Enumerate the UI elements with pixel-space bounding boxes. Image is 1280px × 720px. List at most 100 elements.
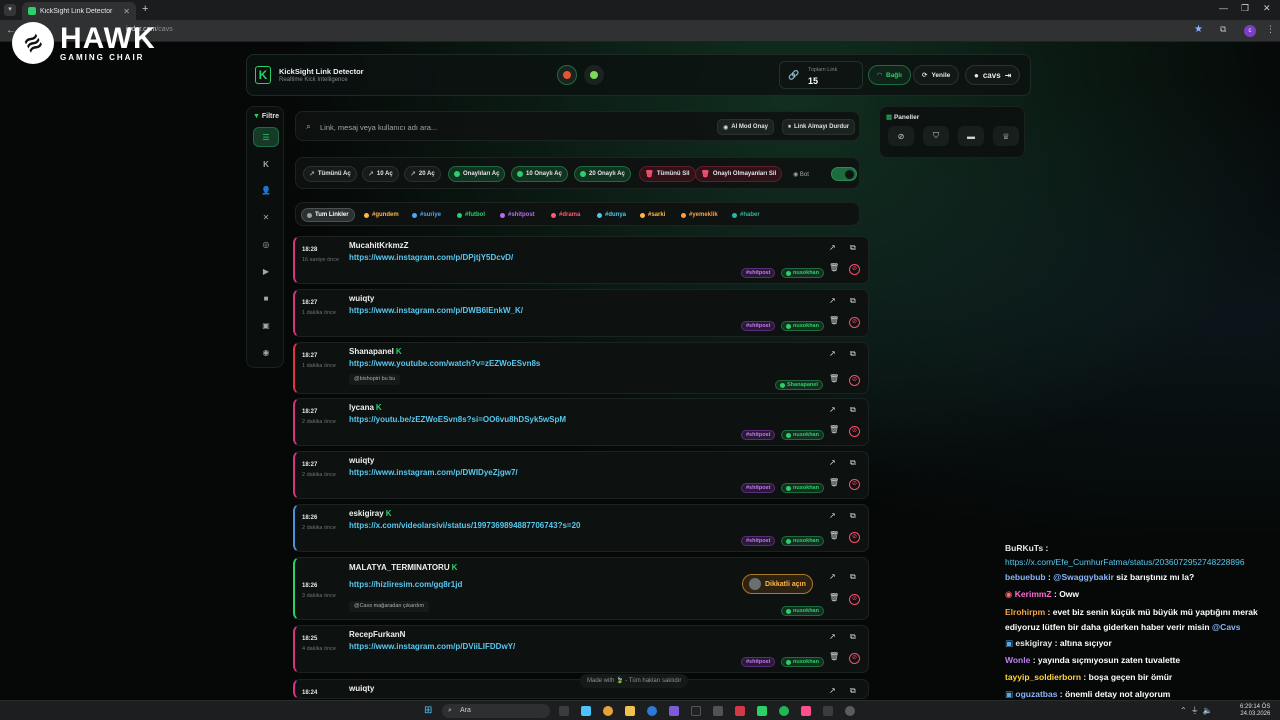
copy-link-icon[interactable]: ⧉ <box>850 572 856 582</box>
trophy-icon[interactable]: ♕ <box>993 126 1019 146</box>
ban-user-icon[interactable]: ⊘ <box>849 317 860 328</box>
chat-mention[interactable]: @Swaggybakir <box>1053 572 1114 582</box>
chrome-icon[interactable] <box>603 706 613 716</box>
chat-mention[interactable]: @Cavs <box>1212 622 1241 632</box>
filter-users[interactable]: 👤 <box>253 180 279 200</box>
tag-filter-tum-linkler[interactable]: Tum Linkler <box>301 208 355 222</box>
filter-image[interactable]: ▣ <box>253 315 279 335</box>
open-link-icon[interactable]: ↗ <box>829 632 836 641</box>
ai-mod-approve-button[interactable]: ◉ AI Mod Onay <box>717 119 774 135</box>
tag-filter-futbol[interactable]: #futbol <box>452 208 490 222</box>
open-link-icon[interactable]: ↗ <box>829 686 836 695</box>
mascot-icon[interactable] <box>584 65 604 85</box>
archive-icon[interactable]: ▬ <box>958 126 984 146</box>
obs-icon[interactable] <box>801 706 811 716</box>
block-icon[interactable]: ⊘ <box>888 126 914 146</box>
ban-user-icon[interactable]: ⊘ <box>849 594 860 605</box>
steam-icon[interactable] <box>713 706 723 716</box>
link-url[interactable]: https://www.instagram.com/p/DViiLIFDDwY/ <box>349 642 515 651</box>
delete-all-button[interactable]: 🗑 Tümünü Sil <box>639 166 696 182</box>
bot-toggle[interactable] <box>831 167 857 181</box>
copy-link-icon[interactable]: ⧉ <box>850 296 856 306</box>
bookmark-star-icon[interactable]: ★ <box>1194 24 1203 35</box>
settings-icon[interactable] <box>845 706 855 716</box>
delete-unapproved-button[interactable]: 🗑 Onaylı Olmayanları Sil <box>695 166 783 182</box>
refresh-button[interactable]: ⟳ Yenile <box>913 65 960 85</box>
tag-filter-yemeklik[interactable]: #yemeklik <box>676 208 723 222</box>
delete-link-icon[interactable]: 🗑 <box>829 425 839 434</box>
minimize-button[interactable]: — <box>1219 3 1228 13</box>
ban-user-icon[interactable]: ⊘ <box>849 532 860 543</box>
task-view-icon[interactable] <box>559 706 569 716</box>
tag-filter-haber[interactable]: #haber <box>727 208 765 222</box>
user-menu-button[interactable]: ● cavs ⇥ <box>965 65 1021 85</box>
tiktok-icon[interactable] <box>691 706 701 716</box>
file-explorer-icon[interactable] <box>625 706 635 716</box>
ban-user-icon[interactable]: ⊘ <box>849 479 860 490</box>
delete-link-icon[interactable]: 🗑 <box>829 263 839 272</box>
new-tab-button[interactable]: + <box>142 3 148 15</box>
system-tray[interactable]: ⌃⏚🔈 <box>1180 705 1217 716</box>
close-window-button[interactable]: ✕ <box>1263 3 1271 14</box>
profile-avatar[interactable]: c <box>1244 25 1256 37</box>
delete-link-icon[interactable]: 🗑 <box>829 374 839 383</box>
connected-button[interactable]: ◠ Bağlı <box>868 65 911 85</box>
copy-link-icon[interactable]: ⧉ <box>850 458 856 468</box>
logout-icon[interactable]: ⇥ <box>1005 71 1012 80</box>
taskbar-clock[interactable]: 6:29:14 ÖS 24.03.2026 <box>1240 704 1270 718</box>
edge-icon[interactable] <box>647 706 657 716</box>
shield-icon[interactable]: ⛉ <box>923 126 949 146</box>
filter-youtube[interactable]: ▶ <box>253 261 279 281</box>
open-link-icon[interactable]: ↗ <box>829 405 836 414</box>
filter-kick[interactable]: K <box>253 154 279 174</box>
tag-filter-dunya[interactable]: #dunya <box>592 208 631 222</box>
filter-video[interactable]: ■ <box>253 288 279 308</box>
browser-menu-icon[interactable]: ⋮ <box>1266 24 1275 35</box>
filter-all-links[interactable]: ☰ <box>253 127 279 147</box>
filter-web[interactable]: ◉ <box>253 342 279 362</box>
delete-link-icon[interactable]: 🗑 <box>829 593 839 602</box>
kick-icon[interactable] <box>757 706 767 716</box>
delete-link-icon[interactable]: 🗑 <box>829 531 839 540</box>
tag-filter-suriye[interactable]: #suriye <box>407 208 446 222</box>
ban-user-icon[interactable]: ⊘ <box>849 653 860 664</box>
open-link-icon[interactable]: ↗ <box>829 572 836 581</box>
open-20-button[interactable]: ↗ 20 Aç <box>404 166 441 182</box>
browser-tab[interactable]: KickSight Link Detector ✕ <box>22 2 136 20</box>
copy-link-icon[interactable]: ⧉ <box>850 243 856 253</box>
open-link-icon[interactable]: ↗ <box>829 458 836 467</box>
filter-x[interactable]: ✕ <box>253 207 279 227</box>
theme-icon[interactable] <box>557 65 577 85</box>
extensions-icon[interactable]: ⧉ <box>1220 24 1226 35</box>
discord-icon[interactable] <box>669 706 679 716</box>
spotify-icon[interactable] <box>779 706 789 716</box>
search-input[interactable] <box>320 120 700 134</box>
tag-filter-sarki[interactable]: #sarki <box>635 208 670 222</box>
open-10-button[interactable]: ↗ 10 Aç <box>362 166 399 182</box>
windows-start-icon[interactable]: ⊞ <box>424 705 432 716</box>
open-approved-button[interactable]: Onaylıları Aç <box>448 166 506 182</box>
open-link-icon[interactable]: ↗ <box>829 243 836 252</box>
app-icon[interactable] <box>735 706 745 716</box>
link-url[interactable]: https://www.youtube.com/watch?v=zEZWoESv… <box>349 359 540 368</box>
delete-link-icon[interactable]: 🗑 <box>829 652 839 661</box>
link-url[interactable]: https://www.instagram.com/p/DWIDyeZjgw7/ <box>349 468 518 477</box>
caution-open-button[interactable]: Dikkatli açın <box>742 574 813 594</box>
stop-links-button[interactable]: ⏸ Link Almayı Durdur <box>782 119 856 135</box>
tag-filter-shitpost[interactable]: #shitpost <box>495 208 540 222</box>
open-20-approved-button[interactable]: 20 Onaylı Aç <box>574 166 631 182</box>
ban-user-icon[interactable]: ⊘ <box>849 264 860 275</box>
link-url[interactable]: https://x.com/videolarsivi/status/199736… <box>349 521 580 530</box>
copy-link-icon[interactable]: ⧉ <box>850 686 856 696</box>
ban-user-icon[interactable]: ⊘ <box>849 426 860 437</box>
filter-instagram[interactable]: ◎ <box>253 234 279 254</box>
delete-link-icon[interactable]: 🗑 <box>829 316 839 325</box>
link-url[interactable]: https://youtu.be/zEZWoESvn8s?si=OO6vu8hD… <box>349 415 566 424</box>
copy-link-icon[interactable]: ⧉ <box>850 405 856 415</box>
ban-user-icon[interactable]: ⊘ <box>849 375 860 386</box>
open-link-icon[interactable]: ↗ <box>829 296 836 305</box>
link-url[interactable]: https://www.instagram.com/p/DPjtjY5DcvD/ <box>349 253 513 262</box>
copilot-icon[interactable] <box>581 706 591 716</box>
link-url[interactable]: https://www.instagram.com/p/DWB6lEnkW_K/ <box>349 306 523 315</box>
link-url[interactable]: https://hizliresim.com/gq8r1jd <box>349 580 462 589</box>
